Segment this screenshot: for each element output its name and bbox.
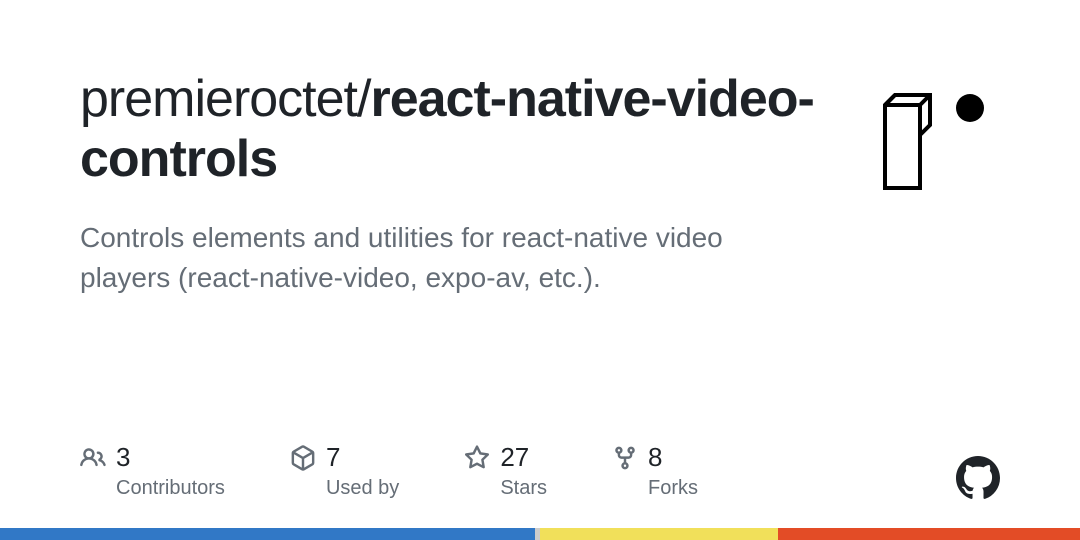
usedby-label: Used by [326,477,399,500]
repo-owner: premieroctet [80,70,357,128]
usedby-value: 7 [326,442,340,473]
repo-title: premieroctet/react-native-video-controls [80,70,830,190]
repo-stats: 3 Contributors 7 Used by 27 [80,442,698,500]
fork-icon [612,445,638,471]
contributors-label: Contributors [116,477,225,500]
stars-value: 27 [500,442,529,473]
language-bar [0,528,1080,540]
forks-label: Forks [648,477,698,500]
owner-avatar [870,70,1000,200]
stat-stars: 27 Stars [464,442,547,500]
people-icon [80,445,106,471]
language-segment [540,528,778,540]
language-segment [778,528,1080,540]
forks-value: 8 [648,442,662,473]
stat-contributors: 3 Contributors [80,442,225,500]
package-icon [290,445,316,471]
contributors-value: 3 [116,442,130,473]
github-icon [956,456,1000,500]
repo-separator: / [357,70,370,128]
repo-description: Controls elements and utilities for reac… [80,218,800,299]
stars-label: Stars [500,477,547,500]
stat-usedby: 7 Used by [290,442,399,500]
star-icon [464,445,490,471]
language-segment [0,528,535,540]
stat-forks: 8 Forks [612,442,698,500]
